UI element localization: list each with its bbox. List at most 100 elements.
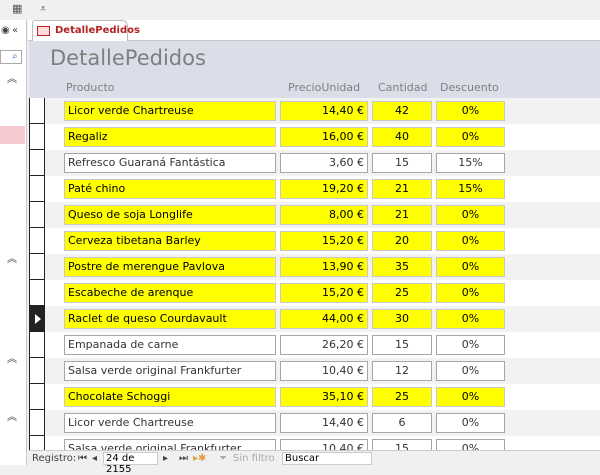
- selected-nav-item[interactable]: [0, 126, 25, 144]
- producto-field[interactable]: Raclet de queso Courdavault: [64, 309, 276, 329]
- table-icon[interactable]: ▦: [12, 2, 22, 15]
- previous-record-button[interactable]: ◂: [92, 453, 97, 464]
- cantidad-field[interactable]: 21: [372, 205, 432, 225]
- cantidad-field[interactable]: 15: [372, 439, 432, 450]
- precio-field[interactable]: 13,90 €: [280, 257, 368, 277]
- record-selector[interactable]: [29, 436, 45, 450]
- producto-field[interactable]: Escabeche de arenque: [64, 283, 276, 303]
- producto-field[interactable]: Licor verde Chartreuse: [64, 413, 276, 433]
- descuento-field[interactable]: 0%: [436, 283, 505, 303]
- producto-field[interactable]: Empanada de carne: [64, 335, 276, 355]
- precio-field[interactable]: 14,40 €: [280, 413, 368, 433]
- precio-field[interactable]: 15,20 €: [280, 283, 368, 303]
- cantidad-field[interactable]: 20: [372, 231, 432, 251]
- producto-field[interactable]: Regaliz: [64, 127, 276, 147]
- table-row: Regaliz 16,00 € 40 0%: [29, 124, 600, 150]
- precio-field[interactable]: 35,10 €: [280, 387, 368, 407]
- table-row: Raclet de queso Courdavault 44,00 € 30 0…: [29, 306, 600, 332]
- navigation-pane: ◉ « ⌕ ︽ ︽ ︽ ︽: [0, 20, 27, 465]
- record-selector[interactable]: [29, 98, 45, 124]
- cantidad-field[interactable]: 30: [372, 309, 432, 329]
- descuento-field[interactable]: 15%: [436, 153, 505, 173]
- cantidad-field[interactable]: 25: [372, 387, 432, 407]
- customize-toolbar-icon[interactable]: ⩡: [40, 2, 46, 16]
- producto-field[interactable]: Refresco Guaraná Fantástica: [64, 153, 276, 173]
- record-selector[interactable]: [29, 228, 45, 254]
- tab-label: DetallePedidos: [55, 25, 140, 36]
- descuento-field[interactable]: 0%: [436, 413, 505, 433]
- column-header-cantidad: Cantidad: [378, 81, 428, 94]
- precio-field[interactable]: 10,40 €: [280, 361, 368, 381]
- descuento-field[interactable]: 0%: [436, 387, 505, 407]
- precio-field[interactable]: 8,00 €: [280, 205, 368, 225]
- collapse-pane-icon[interactable]: «: [12, 25, 18, 36]
- descuento-field[interactable]: 0%: [436, 335, 505, 355]
- precio-field[interactable]: 19,20 €: [280, 179, 368, 199]
- descuento-field[interactable]: 0%: [436, 257, 505, 277]
- record-selector[interactable]: [29, 384, 45, 410]
- precio-field[interactable]: 14,40 €: [280, 101, 368, 121]
- search-icon[interactable]: ⌕: [12, 51, 18, 62]
- producto-field[interactable]: Queso de soja Longlife: [64, 205, 276, 225]
- record-selector[interactable]: [29, 254, 45, 280]
- precio-field[interactable]: 16,00 €: [280, 127, 368, 147]
- table-row: Refresco Guaraná Fantástica 3,60 € 15 15…: [29, 150, 600, 176]
- group-collapse-icon[interactable]: ︽: [7, 408, 17, 423]
- group-collapse-icon[interactable]: ︽: [7, 70, 17, 85]
- cantidad-field[interactable]: 6: [372, 413, 432, 433]
- first-record-button[interactable]: ⏮: [78, 453, 87, 464]
- tab-detallepedidos[interactable]: DetallePedidos: [32, 20, 140, 41]
- record-navigation-bar: Registro: ⏮ ◂ 24 de 2155 ▸ ⏭ ▸✱ ⏷ Sin fi…: [29, 450, 600, 475]
- record-selector[interactable]: [29, 280, 45, 306]
- table-row: Licor verde Chartreuse 14,40 € 42 0%: [29, 98, 600, 124]
- record-selector[interactable]: [29, 150, 45, 176]
- record-selector[interactable]: [29, 332, 45, 358]
- producto-field[interactable]: Postre de merengue Pavlova: [64, 257, 276, 277]
- precio-field[interactable]: 44,00 €: [280, 309, 368, 329]
- producto-field[interactable]: Chocolate Schoggi: [64, 387, 276, 407]
- cantidad-field[interactable]: 25: [372, 283, 432, 303]
- descuento-field[interactable]: 0%: [436, 439, 505, 450]
- record-selector[interactable]: [29, 306, 45, 332]
- descuento-field[interactable]: 0%: [436, 361, 505, 381]
- next-record-button[interactable]: ▸: [163, 453, 168, 464]
- record-selector[interactable]: [29, 176, 45, 202]
- group-collapse-icon[interactable]: ︽: [7, 250, 17, 265]
- group-collapse-icon[interactable]: ︽: [7, 350, 17, 365]
- precio-field[interactable]: 10,40 €: [280, 439, 368, 450]
- record-selector[interactable]: [29, 202, 45, 228]
- cantidad-field[interactable]: 12: [372, 361, 432, 381]
- cantidad-field[interactable]: 15: [372, 335, 432, 355]
- producto-field[interactable]: Salsa verde original Frankfurter: [64, 361, 276, 381]
- precio-field[interactable]: 26,20 €: [280, 335, 368, 355]
- descuento-field[interactable]: 0%: [436, 101, 505, 121]
- precio-field[interactable]: 3,60 €: [280, 153, 368, 173]
- descuento-field[interactable]: 0%: [436, 205, 505, 225]
- cantidad-field[interactable]: 42: [372, 101, 432, 121]
- producto-field[interactable]: Salsa verde original Frankfurter: [64, 439, 276, 450]
- descuento-field[interactable]: 15%: [436, 179, 505, 199]
- cantidad-field[interactable]: 40: [372, 127, 432, 147]
- table-row: Licor verde Chartreuse 14,40 € 6 0%: [29, 410, 600, 436]
- producto-field[interactable]: Paté chino: [64, 179, 276, 199]
- record-selector[interactable]: [29, 410, 45, 436]
- new-record-button[interactable]: ▸✱: [193, 453, 206, 464]
- producto-field[interactable]: Cerveza tibetana Barley: [64, 231, 276, 251]
- dropdown-icon[interactable]: ◉: [1, 25, 10, 36]
- filter-toggle-button[interactable]: Sin filtro: [233, 453, 275, 464]
- form-header: DetallePedidos Producto PrecioUnidad Can…: [29, 41, 600, 98]
- cantidad-field[interactable]: 35: [372, 257, 432, 277]
- current-record-input[interactable]: 24 de 2155: [103, 452, 158, 475]
- descuento-field[interactable]: 0%: [436, 231, 505, 251]
- search-input[interactable]: Buscar: [282, 452, 372, 465]
- last-record-button[interactable]: ⏭: [179, 453, 188, 464]
- producto-field[interactable]: Licor verde Chartreuse: [64, 101, 276, 121]
- descuento-field[interactable]: 0%: [436, 309, 505, 329]
- cantidad-field[interactable]: 21: [372, 179, 432, 199]
- precio-field[interactable]: 15,20 €: [280, 231, 368, 251]
- nav-search-input[interactable]: [0, 50, 22, 64]
- record-selector[interactable]: [29, 124, 45, 150]
- cantidad-field[interactable]: 15: [372, 153, 432, 173]
- descuento-field[interactable]: 0%: [436, 127, 505, 147]
- record-selector[interactable]: [29, 358, 45, 384]
